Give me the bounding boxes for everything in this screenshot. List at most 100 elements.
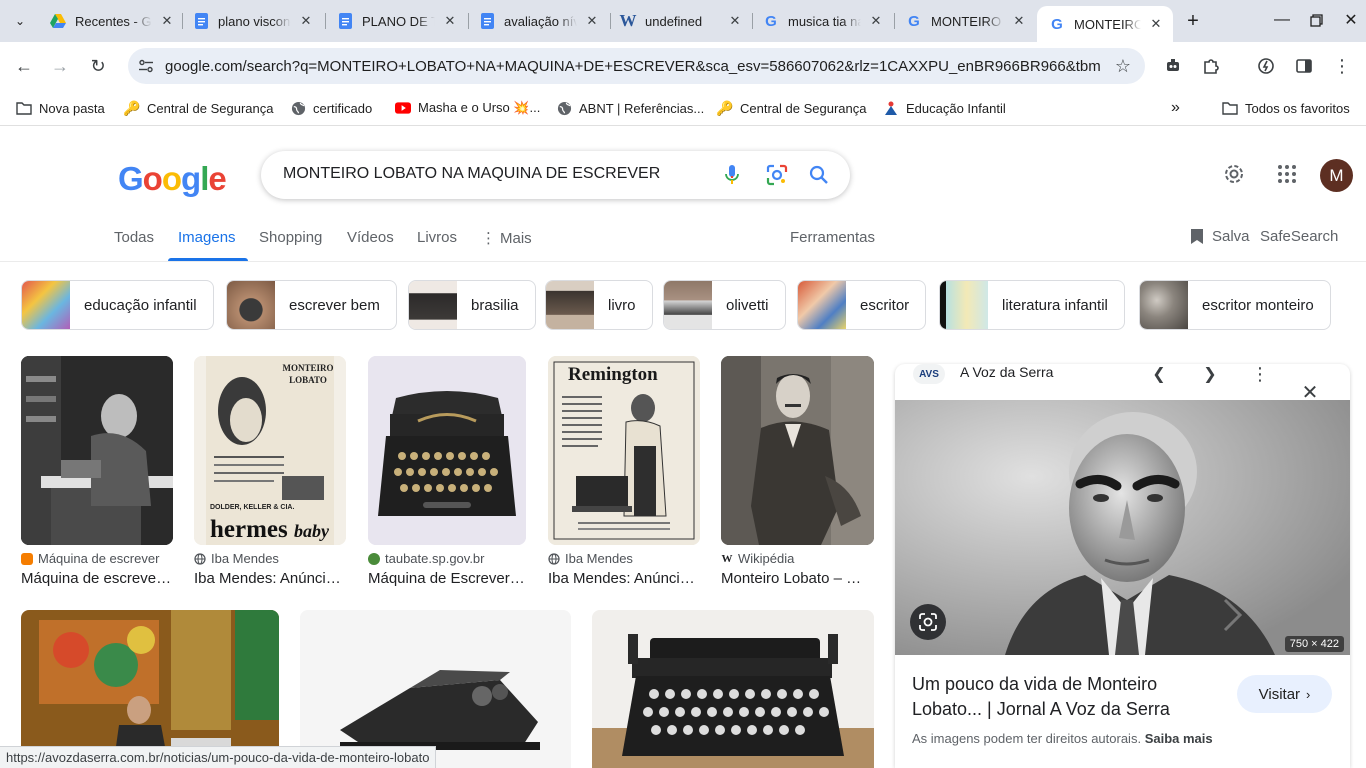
bookmark-star-icon[interactable]: ☆	[1115, 56, 1131, 77]
result-image[interactable]: Remington	[548, 356, 700, 545]
bookmark-central-seguranca-2[interactable]: 🔑 Central de Segurança	[716, 97, 866, 119]
result-title[interactable]: Máquina de Escrever de Monteiro Lobato	[368, 570, 526, 587]
safesearch-button[interactable]: SafeSearch	[1260, 228, 1338, 245]
back-button[interactable]: ←	[10, 52, 38, 80]
chip-escritor-monteiro[interactable]: escritor monteiro	[1139, 280, 1331, 330]
result-source[interactable]: Iba Mendes	[548, 551, 700, 566]
tab-monteiro-active[interactable]: G MONTEIRO LOBATO ✕	[1037, 6, 1173, 42]
chip-brasilia[interactable]: brasilia	[408, 280, 536, 330]
close-icon[interactable]: ✕	[158, 12, 176, 30]
minimize-button[interactable]: —	[1267, 8, 1297, 32]
tab-avaliacao[interactable]: avaliação nível ✕	[479, 8, 601, 34]
result-image[interactable]: MONTEIRO LOBATO DOLDER, KELLER & CIA. he…	[194, 356, 346, 545]
result-image[interactable]	[592, 610, 874, 768]
result-title[interactable]: Iba Mendes: Anúncios antigos	[548, 570, 700, 587]
settings-gear-icon[interactable]	[1220, 160, 1248, 188]
bookmark-nova-pasta[interactable]: Nova pasta	[16, 97, 105, 119]
tab-musica[interactable]: G musica tia nastácia ✕	[763, 8, 885, 34]
next-button[interactable]: ❯	[1200, 364, 1220, 384]
account-avatar[interactable]: M	[1320, 159, 1353, 192]
lens-icon[interactable]	[765, 163, 789, 187]
image-result[interactable]	[21, 610, 279, 768]
result-title[interactable]: Máquina de escrever de Monteiro Lobato	[21, 570, 173, 587]
close-icon[interactable]: ✕	[867, 12, 885, 30]
image-result[interactable]	[300, 610, 571, 768]
image-result[interactable]: Remington Iba Mendes Iba Mendes: Anúncio…	[548, 356, 700, 587]
lens-search-button[interactable]	[910, 604, 946, 640]
tab-videos[interactable]: Vídeos	[347, 229, 394, 246]
learn-more-link[interactable]: Saiba mais	[1145, 731, 1213, 746]
apps-grid-icon[interactable]	[1273, 160, 1301, 188]
image-result[interactable]: W Wikipédia Monteiro Lobato – Wikipédia	[721, 356, 874, 587]
address-bar[interactable]: google.com/search?q=MONTEIRO+LOBATO+NA+M…	[128, 48, 1145, 84]
tab-plano-visconde[interactable]: plano visconde ✕	[193, 8, 315, 34]
result-title[interactable]: Iba Mendes: Anúncios antigos	[194, 570, 346, 587]
result-source[interactable]: Máquina de escrever	[21, 551, 173, 566]
saved-button[interactable]: Salva	[1190, 228, 1250, 245]
all-bookmarks[interactable]: Todos os favoritos	[1222, 97, 1350, 119]
bookmark-educacao-infantil[interactable]: Educação Infantil	[883, 97, 1006, 119]
result-source[interactable]: Iba Mendes	[194, 551, 346, 566]
image-result[interactable]: taubate.sp.gov.br Máquina de Escrever de…	[368, 356, 526, 587]
result-image[interactable]	[300, 610, 571, 768]
google-logo[interactable]: Google	[118, 160, 227, 198]
close-icon[interactable]: ✕	[1147, 15, 1165, 33]
chip-escritor[interactable]: escritor	[797, 280, 927, 330]
side-panel-icon[interactable]	[1292, 54, 1316, 78]
visit-button[interactable]: Visitar ›	[1237, 675, 1332, 713]
bookmark-masha[interactable]: Masha e o Urso 💥...	[395, 97, 540, 119]
close-icon[interactable]: ✕	[583, 12, 601, 30]
close-icon[interactable]: ✕	[441, 12, 459, 30]
new-tab-button[interactable]: +	[1180, 8, 1206, 34]
result-source[interactable]: W Wikipédia	[721, 551, 874, 566]
chip-olivetti[interactable]: olivetti	[663, 280, 786, 330]
tab-livros[interactable]: Livros	[417, 229, 457, 246]
chip-escrever-bem[interactable]: escrever bem	[226, 280, 397, 330]
search-query[interactable]: MONTEIRO LOBATO NA MAQUINA DE ESCREVER	[283, 165, 660, 183]
image-result[interactable]: MONTEIRO LOBATO DOLDER, KELLER & CIA. he…	[194, 356, 346, 587]
tab-recentes[interactable]: Recentes - Google Drive ✕	[50, 8, 176, 34]
result-source[interactable]: taubate.sp.gov.br	[368, 551, 526, 566]
image-result[interactable]	[592, 610, 874, 768]
restore-button[interactable]	[1301, 8, 1331, 32]
tab-plano-de-trabalho[interactable]: PLANO DE TRABALHO ✕	[337, 8, 459, 34]
close-icon[interactable]: ✕	[726, 12, 744, 30]
bookmark-central-seguranca-1[interactable]: 🔑 Central de Segurança	[123, 97, 273, 119]
browser-menu-button[interactable]: ⋮	[1330, 54, 1354, 78]
chip-livro[interactable]: livro	[545, 280, 653, 330]
site-name[interactable]: A Voz da Serra	[960, 364, 1053, 380]
tab-monteiro-1[interactable]: G MONTEIRO LOBATO ✕	[906, 8, 1028, 34]
bookmarks-overflow-button[interactable]: »	[1171, 97, 1180, 119]
preview-title[interactable]: Um pouco da vida de Monteiro Lobato... |…	[912, 672, 1212, 722]
result-image[interactable]	[368, 356, 526, 545]
more-options-button[interactable]: ⋮	[1250, 364, 1270, 384]
result-image[interactable]	[721, 356, 874, 545]
image-result[interactable]: Máquina de escrever Máquina de escrever …	[21, 356, 173, 587]
reload-button[interactable]: ↻	[84, 52, 112, 80]
close-icon[interactable]: ✕	[297, 12, 315, 30]
result-title[interactable]: Monteiro Lobato – Wikipédia	[721, 570, 874, 587]
result-image[interactable]	[21, 356, 173, 545]
performance-icon[interactable]	[1254, 54, 1278, 78]
search-icon[interactable]	[807, 163, 831, 187]
tab-todas[interactable]: Todas	[114, 229, 154, 246]
previous-button[interactable]: ❮	[1149, 364, 1169, 384]
extension-icon[interactable]	[1161, 54, 1185, 78]
tab-imagens[interactable]: Imagens	[178, 229, 236, 246]
tab-shopping[interactable]: Shopping	[259, 229, 322, 246]
bookmark-certificado[interactable]: certificado	[290, 97, 372, 119]
tab-mais[interactable]: ⋮ Mais	[481, 229, 532, 247]
preview-image[interactable]	[895, 400, 1350, 655]
site-info-icon[interactable]	[136, 59, 156, 73]
microphone-icon[interactable]	[720, 163, 744, 187]
chip-literatura-infantil[interactable]: literatura infantil	[939, 280, 1125, 330]
close-window-button[interactable]: ✕	[1336, 8, 1366, 32]
close-icon[interactable]: ✕	[1010, 12, 1028, 30]
tab-search-button[interactable]: ⌄	[6, 7, 34, 35]
tab-undefined[interactable]: W undefined ✕	[620, 8, 744, 34]
search-box[interactable]: MONTEIRO LOBATO NA MAQUINA DE ESCREVER	[261, 151, 850, 199]
result-image[interactable]	[21, 610, 279, 768]
chip-educacao-infantil[interactable]: educação infantil	[21, 280, 214, 330]
tools-button[interactable]: Ferramentas	[790, 229, 875, 246]
bookmark-abnt[interactable]: ABNT | Referências...	[556, 97, 704, 119]
